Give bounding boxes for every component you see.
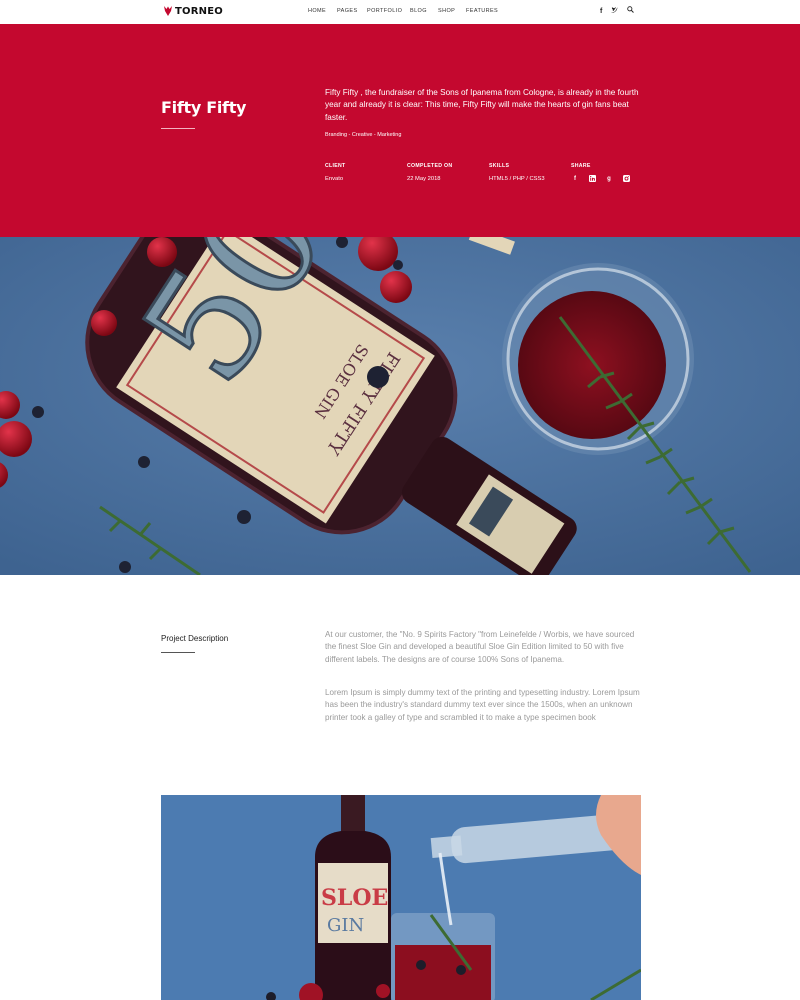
sloe-gin-pouring-photo: SLOE GIN [161, 795, 641, 1000]
menu-item-portfolio[interactable]: PORTFOLIO [367, 8, 410, 14]
hero-description: Fifty Fifty , the fundraiser of the Sons… [325, 88, 639, 122]
twitter-icon[interactable] [611, 6, 619, 17]
share-icons: f g [571, 175, 630, 183]
project-paragraph-2: Lorem Ipsum is simply dummy text of the … [325, 688, 640, 722]
completed-label: COMPLETED ON [407, 163, 453, 169]
facebook-icon[interactable]: f [600, 7, 602, 17]
menu-item-features[interactable]: FEATURES [466, 8, 506, 14]
top-navigation: TORNEO HOME PAGES PORTFOLIO BLOG SHOP FE… [0, 0, 800, 24]
client-label: CLIENT [325, 163, 346, 169]
client-value: Envato [325, 176, 344, 182]
project-paragraph-1: At our customer, the "No. 9 Spirits Fact… [325, 630, 635, 664]
share-label: SHARE [571, 163, 591, 169]
title-underline [161, 128, 195, 129]
meta-skills: SKILLS HTML5 / PHP / CSS3 [489, 163, 545, 182]
facebook-icon[interactable]: f [571, 175, 579, 183]
svg-text:SLOE: SLOE [321, 885, 388, 911]
logo[interactable]: TORNEO [163, 5, 223, 17]
google-plus-icon[interactable]: g [605, 175, 613, 183]
search-icon[interactable] [627, 6, 635, 17]
project-photo-pouring: SLOE GIN [161, 795, 641, 1000]
project-hero: Fifty Fifty Fifty Fifty , the fundraiser… [0, 24, 800, 237]
menu-item-blog[interactable]: BLOG [410, 8, 438, 14]
page-title: Fifty Fifty [161, 98, 247, 117]
project-banner-image: 50 FIFTY FIFTY SLOE GIN [0, 237, 800, 575]
skills-label: SKILLS [489, 163, 510, 169]
svg-text:GIN: GIN [327, 915, 364, 936]
linkedin-icon[interactable] [588, 175, 596, 183]
project-description-label: Project Description [161, 634, 229, 643]
skills-value: HTML5 / PHP / CSS3 [489, 176, 545, 182]
logo-text: TORNEO [175, 5, 223, 17]
menu-item-pages[interactable]: PAGES [337, 8, 367, 14]
menu-item-shop[interactable]: SHOP [438, 8, 466, 14]
menu-item-home[interactable]: HOME [308, 8, 337, 14]
project-tags: Branding - Creative - Marketing [325, 132, 402, 138]
instagram-icon[interactable] [622, 175, 630, 183]
meta-share: SHARE f g [571, 163, 630, 183]
meta-client: CLIENT Envato [325, 163, 346, 182]
description-underline [161, 652, 195, 653]
meta-completed: COMPLETED ON 22 May 2018 [407, 163, 452, 182]
gin-bottle-photo: 50 FIFTY FIFTY SLOE GIN [0, 237, 800, 575]
main-menu: HOME PAGES PORTFOLIO BLOG SHOP FEATURES [308, 8, 506, 14]
completed-value: 22 May 2018 [407, 176, 441, 182]
nav-icons: f [600, 6, 635, 17]
logo-icon [164, 6, 172, 16]
